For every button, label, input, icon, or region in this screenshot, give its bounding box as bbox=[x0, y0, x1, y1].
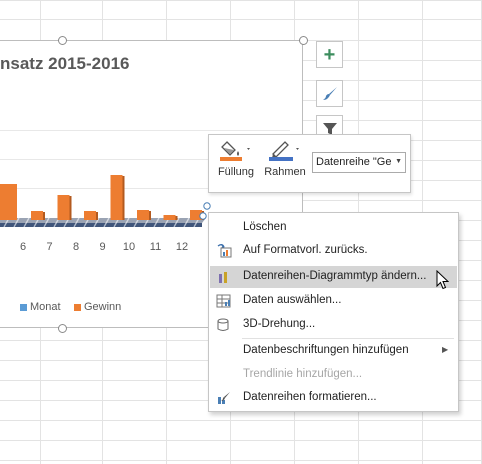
chart-resize-handle-top[interactable] bbox=[58, 36, 67, 45]
x-tick-label: 11 bbox=[150, 241, 161, 253]
fill-label: Füllung bbox=[217, 166, 255, 178]
legend-swatch-monat bbox=[20, 303, 27, 311]
chevron-down-icon: ▼ bbox=[395, 158, 402, 165]
chart-bar bbox=[31, 211, 43, 220]
menu-item-label: Trendlinie hinzufügen... bbox=[243, 368, 363, 380]
series-select-dropdown[interactable]: Datenreihe "Ge ▼ bbox=[312, 152, 406, 173]
submenu-arrow-icon: ▶ bbox=[442, 345, 449, 354]
menu-item-label: Datenbeschriftungen hinzufügen bbox=[243, 344, 409, 356]
chart-bar-side bbox=[43, 212, 45, 220]
chart-bar-side bbox=[69, 196, 72, 220]
chart-bar-side bbox=[175, 216, 178, 220]
x-tick-label: 10 bbox=[123, 241, 135, 253]
menu-item-label: Datenreihen formatieren... bbox=[243, 391, 377, 403]
rotation-3d-icon bbox=[217, 318, 229, 331]
legend-label-monat: Monat bbox=[30, 301, 61, 313]
menu-item-change-chart-type[interactable]: Datenreihen-Diagrammtyp ändern... bbox=[210, 266, 457, 288]
reset-style-icon bbox=[217, 244, 232, 258]
chart-elements-button[interactable]: + bbox=[316, 41, 343, 68]
menu-item-add-data-labels[interactable]: Datenbeschriftungen hinzufügen ▶ bbox=[210, 340, 457, 362]
chart-bar-side bbox=[96, 212, 98, 220]
format-series-icon bbox=[218, 392, 230, 404]
menu-item-label: Löschen bbox=[243, 221, 287, 233]
fill-button[interactable]: Füllung bbox=[214, 139, 258, 178]
chart-type-icon bbox=[219, 272, 227, 283]
series-select-value: Datenreihe "Ge bbox=[316, 156, 392, 168]
chart-bar bbox=[84, 211, 96, 220]
select-data-icon bbox=[216, 294, 231, 308]
chart-bar-partial bbox=[0, 184, 17, 220]
chart-resize-handle-bottom[interactable] bbox=[58, 324, 67, 333]
x-tick-label: 8 bbox=[73, 241, 79, 253]
chart-bar bbox=[110, 175, 123, 220]
legend-label-gewinn: Gewinn bbox=[84, 301, 122, 313]
chart-bar bbox=[57, 195, 70, 220]
legend-item-gewinn[interactable]: Gewinn bbox=[74, 301, 121, 313]
legend-swatch-gewinn bbox=[74, 303, 81, 311]
menu-item-label: Auf Formatvorl. zurücks. bbox=[243, 244, 368, 256]
brush-icon bbox=[322, 86, 337, 100]
menu-item-add-trendline: Trendlinie hinzufügen... bbox=[210, 364, 457, 386]
menu-item-label: Daten auswählen... bbox=[243, 294, 342, 306]
plus-icon: + bbox=[323, 43, 336, 66]
menu-separator bbox=[242, 338, 454, 339]
menu-item-reset-style[interactable]: Auf Formatvorl. zurücks. bbox=[210, 240, 457, 262]
paint-bucket-icon bbox=[220, 141, 250, 161]
chart-bar bbox=[137, 210, 149, 220]
outline-button[interactable]: Rahmen bbox=[262, 139, 308, 178]
context-menu: Löschen Auf Formatvorl. zurücks. Datenre… bbox=[208, 212, 459, 412]
series-selection-handle bbox=[199, 212, 207, 220]
x-tick-label: 6 bbox=[20, 241, 26, 253]
chart-bar-side bbox=[149, 211, 151, 220]
menu-item-delete[interactable]: Löschen bbox=[210, 217, 457, 239]
menu-item-label: Datenreihen-Diagrammtyp ändern... bbox=[243, 270, 427, 282]
mouse-cursor-icon bbox=[436, 270, 449, 290]
mini-toolbar: Füllung Rahmen Datenreihe "Ge ▼ bbox=[208, 134, 411, 193]
pen-outline-icon bbox=[269, 141, 299, 161]
chart-resize-handle-top-right[interactable] bbox=[299, 36, 308, 45]
x-tick-label: 12 bbox=[176, 241, 188, 253]
legend-item-monat[interactable]: Monat bbox=[20, 301, 61, 313]
chart-bar-side bbox=[122, 176, 125, 220]
menu-item-label: 3D-Drehung... bbox=[243, 318, 316, 330]
chart-bar bbox=[163, 215, 176, 220]
menu-item-select-data[interactable]: Daten auswählen... bbox=[210, 290, 457, 312]
menu-item-format-series[interactable]: Datenreihen formatieren... bbox=[210, 387, 457, 409]
x-tick-label: 7 bbox=[46, 241, 52, 253]
chart-styles-button[interactable] bbox=[316, 80, 343, 107]
menu-item-3d-rotation[interactable]: 3D-Drehung... bbox=[210, 314, 457, 336]
series-selection-handle bbox=[203, 202, 211, 210]
outline-label: Rahmen bbox=[264, 166, 306, 178]
x-tick-label: 9 bbox=[99, 241, 105, 253]
